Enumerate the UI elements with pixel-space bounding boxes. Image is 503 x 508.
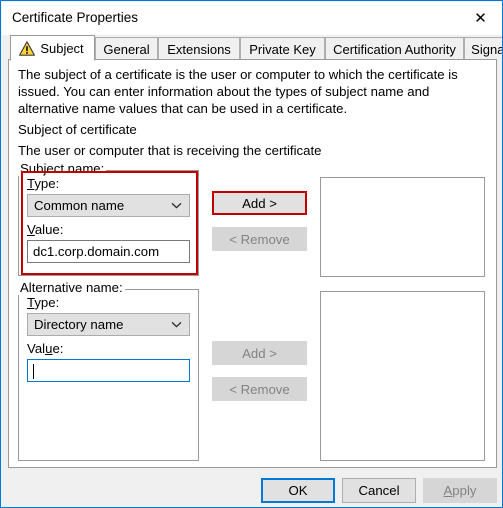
text-cursor (33, 364, 34, 379)
subject-value-text: dc1.corp.domain.com (33, 244, 160, 259)
tab-subject[interactable]: Subject (10, 35, 95, 61)
cancel-button-label: Cancel (358, 483, 400, 498)
tab-extensions-label: Extensions (167, 41, 231, 57)
warning-triangle-icon (19, 40, 36, 56)
title-bar: Certificate Properties ✕ (2, 2, 502, 35)
tab-general-label: General (103, 41, 150, 57)
subject-value-label: Value: (27, 222, 64, 237)
tab-certification-authority-label: Certification Authority (333, 41, 456, 57)
alternative-type-value: Directory name (34, 317, 124, 332)
close-icon: ✕ (474, 9, 487, 27)
tab-certification-authority[interactable]: Certification Authority (325, 37, 464, 60)
subject-type-combobox[interactable]: Common name (27, 194, 190, 217)
tab-strip: Subject General Extensions Private Key C… (2, 35, 502, 61)
close-button[interactable]: ✕ (458, 2, 502, 35)
tab-general[interactable]: General (95, 37, 158, 60)
subject-type-label: Type: (27, 176, 60, 191)
subject-value-input[interactable]: dc1.corp.domain.com (27, 240, 190, 263)
subject-tab-page: The subject of a certificate is the user… (8, 59, 497, 468)
subject-of-certificate-subtext: The user or computer that is receiving t… (18, 143, 322, 158)
tab-extensions[interactable]: Extensions (158, 37, 240, 60)
subject-remove-button: < Remove (212, 227, 307, 251)
subject-remove-button-label: < Remove (229, 231, 290, 247)
alternative-name-group-label: Alternative name: (18, 280, 125, 295)
alternative-value-input[interactable] (27, 359, 190, 382)
subject-of-certificate-heading: Subject of certificate (18, 122, 137, 137)
certificate-properties-dialog: Certificate Properties ✕ Subject General… (0, 0, 503, 508)
cancel-button[interactable]: Cancel (342, 478, 416, 503)
alternative-name-listbox[interactable] (320, 291, 485, 461)
alternative-type-combobox[interactable]: Directory name (27, 313, 190, 336)
alternative-type-label: Type: (27, 295, 60, 310)
tab-private-key[interactable]: Private Key (240, 37, 325, 60)
subject-name-listbox[interactable] (320, 177, 485, 277)
alternative-remove-button: < Remove (212, 377, 307, 401)
chevron-down-icon (167, 321, 189, 328)
tab-private-key-label: Private Key (249, 41, 316, 57)
apply-button-label: Apply (443, 483, 477, 498)
alternative-remove-button-label: < Remove (229, 381, 290, 397)
window-title: Certificate Properties (12, 10, 139, 25)
alternative-add-button-label: Add > (242, 345, 277, 361)
subject-add-button[interactable]: Add > (212, 191, 307, 215)
chevron-down-icon (167, 202, 189, 209)
subject-type-value: Common name (34, 198, 125, 213)
tab-description-text: The subject of a certificate is the user… (18, 67, 458, 116)
ok-button[interactable]: OK (261, 478, 335, 503)
ok-button-label: OK (288, 483, 308, 498)
dialog-footer: OK Cancel Apply (2, 468, 502, 507)
tab-subject-label: Subject (40, 40, 84, 56)
subject-add-button-label: Add > (242, 195, 277, 211)
tab-signature[interactable]: Signature (464, 37, 502, 60)
apply-button: Apply (423, 478, 497, 503)
tab-signature-label: Signature (471, 41, 502, 57)
alternative-value-label: Value: (27, 341, 64, 356)
subject-name-group-label: Subject name: (18, 161, 107, 176)
alternative-add-button: Add > (212, 341, 307, 365)
